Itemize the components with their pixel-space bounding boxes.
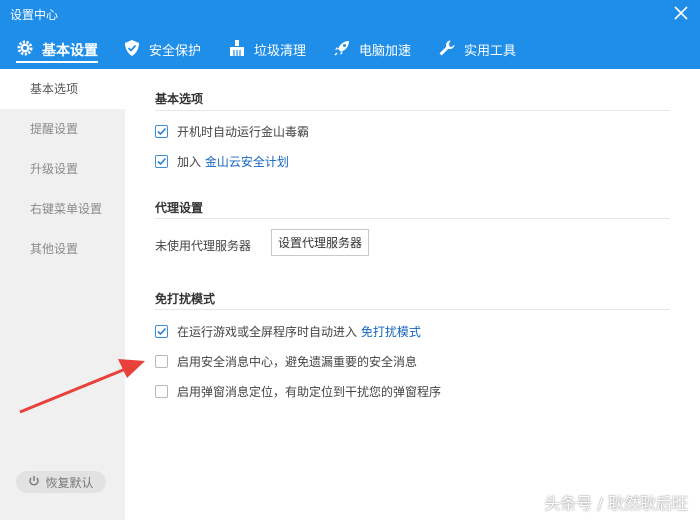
wrench-icon: [438, 39, 456, 61]
cloud-plan-checkbox[interactable]: [155, 155, 168, 168]
tab-label: 垃圾清理: [254, 44, 307, 59]
sidebar: 基本选项 提醒设置 升级设置 右键菜单设置 其他设置 恢复默认: [0, 69, 125, 520]
close-icon[interactable]: [672, 4, 690, 22]
option-security-center: 启用安全消息中心，避免遗漏重要的安全消息: [155, 353, 417, 370]
section-title-basic: 基本选项: [155, 92, 204, 106]
divider: [155, 110, 670, 111]
cloud-plan-label: 加入 金山云安全计划: [177, 153, 289, 170]
tab-speedup[interactable]: 电脑加速: [333, 30, 411, 69]
settings-panel: 基本选项 开机时自动运行金山毒霸 加入 金山云安全计划 代理设置 未使用代理服务…: [125, 69, 700, 520]
rocket-icon: [333, 39, 351, 61]
restore-defaults-button[interactable]: 恢复默认: [16, 471, 106, 493]
tab-label: 电脑加速: [359, 44, 412, 59]
gear-icon: [16, 39, 34, 61]
option-popup-locate: 启用弹窗消息定位，有助定位到干扰您的弹窗程序: [155, 383, 441, 400]
popup-locate-checkbox[interactable]: [155, 385, 168, 398]
section-title-dnd: 免打扰模式: [155, 292, 216, 306]
tab-label: 基本设置: [42, 42, 98, 59]
dnd-auto-prefix: 在运行游戏或全屏程序时自动进入: [177, 325, 361, 339]
divider: [155, 218, 670, 219]
option-dnd-auto: 在运行游戏或全屏程序时自动进入 免打扰模式: [155, 323, 421, 340]
tab-tools[interactable]: 实用工具: [438, 30, 516, 69]
dnd-auto-checkbox[interactable]: [155, 325, 168, 338]
autostart-label: 开机时自动运行金山毒霸: [177, 125, 310, 139]
sidebar-item-context-menu[interactable]: 右键菜单设置: [0, 189, 125, 229]
security-center-checkbox[interactable]: [155, 355, 168, 368]
tab-label: 实用工具: [464, 44, 517, 59]
option-autostart: 开机时自动运行金山毒霸: [155, 123, 309, 140]
power-icon: [28, 475, 40, 490]
window-title: 设置中心: [10, 8, 59, 22]
sidebar-item-upgrade[interactable]: 升级设置: [0, 149, 125, 189]
title-bar: 设置中心 基本设置 安全保护 垃圾清理 电脑加速 实用工具: [0, 0, 700, 69]
proxy-status: 未使用代理服务器: [155, 239, 252, 253]
popup-locate-label: 启用弹窗消息定位，有助定位到干扰您的弹窗程序: [177, 385, 442, 399]
watermark: 头条号 / 耿然耿后旺: [544, 494, 688, 513]
shield-icon: [123, 39, 141, 61]
cloud-plan-prefix: 加入: [177, 155, 205, 169]
sidebar-item-reminder[interactable]: 提醒设置: [0, 109, 125, 149]
restore-label: 恢复默认: [45, 475, 94, 490]
sidebar-item-basic-options[interactable]: 基本选项: [0, 69, 125, 109]
autostart-checkbox[interactable]: [155, 125, 168, 138]
dnd-mode-link[interactable]: 免打扰模式: [361, 325, 421, 339]
security-center-label: 启用安全消息中心，避免遗漏重要的安全消息: [177, 355, 418, 369]
tab-label: 安全保护: [149, 44, 202, 59]
dnd-auto-label: 在运行游戏或全屏程序时自动进入 免打扰模式: [177, 323, 421, 340]
sidebar-item-other[interactable]: 其他设置: [0, 229, 125, 269]
divider: [155, 309, 670, 310]
option-cloud-plan: 加入 金山云安全计划: [155, 153, 289, 170]
tab-basic-settings[interactable]: 基本设置: [16, 30, 98, 69]
tab-security[interactable]: 安全保护: [123, 30, 201, 69]
tab-bar: 基本设置 安全保护 垃圾清理 电脑加速 实用工具: [0, 30, 700, 69]
broom-icon: [228, 39, 246, 61]
cloud-plan-link[interactable]: 金山云安全计划: [205, 155, 289, 169]
section-title-proxy: 代理设置: [155, 201, 204, 215]
set-proxy-button[interactable]: 设置代理服务器: [271, 229, 369, 256]
tab-junk-clean[interactable]: 垃圾清理: [228, 30, 306, 69]
